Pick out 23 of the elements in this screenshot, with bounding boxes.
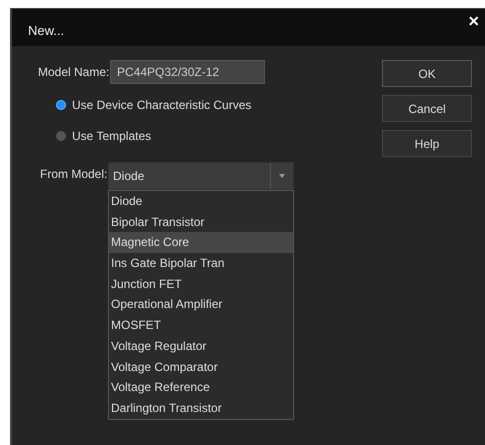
model-name-label: Model Name: [37,65,110,79]
dialog-button[interactable]: Cancel [382,95,472,122]
dropdown-item[interactable]: Junction FET [109,274,293,294]
dropdown-item[interactable]: Operational Amplifier [109,294,293,316]
dropdown-item[interactable]: Voltage Comparator [109,356,293,378]
window-title: New... [28,23,64,38]
dialog-button[interactable]: OK [382,60,472,87]
caret-icon [279,174,285,178]
dropdown-item[interactable]: Ins Gate Bipolar Tran [109,253,293,274]
dropdown-item[interactable]: MOSFET [109,315,293,336]
radio-option[interactable]: Use Templates [56,129,372,143]
from-model-label: From Model: [39,166,108,181]
dropdown-item[interactable]: Diode [109,191,293,212]
from-model-dropdown[interactable]: Diode [108,162,294,190]
dropdown-item[interactable]: Voltage Regulator [109,336,293,356]
model-name-field[interactable]: PC44PQ32/30Z-12 [110,60,265,84]
dropdown-item[interactable]: Bipolar Transistor [109,212,293,232]
radio-option[interactable]: Use Device Characteristic Curves [56,98,372,112]
close-button[interactable]: × [468,11,479,31]
dropdown-item[interactable]: Voltage Reference [109,377,293,398]
dropdown-item[interactable]: Magnetic Core [109,232,293,254]
dropdown-item[interactable]: Darlington Transistor [109,398,293,419]
dialog-button[interactable]: Help [382,130,472,157]
